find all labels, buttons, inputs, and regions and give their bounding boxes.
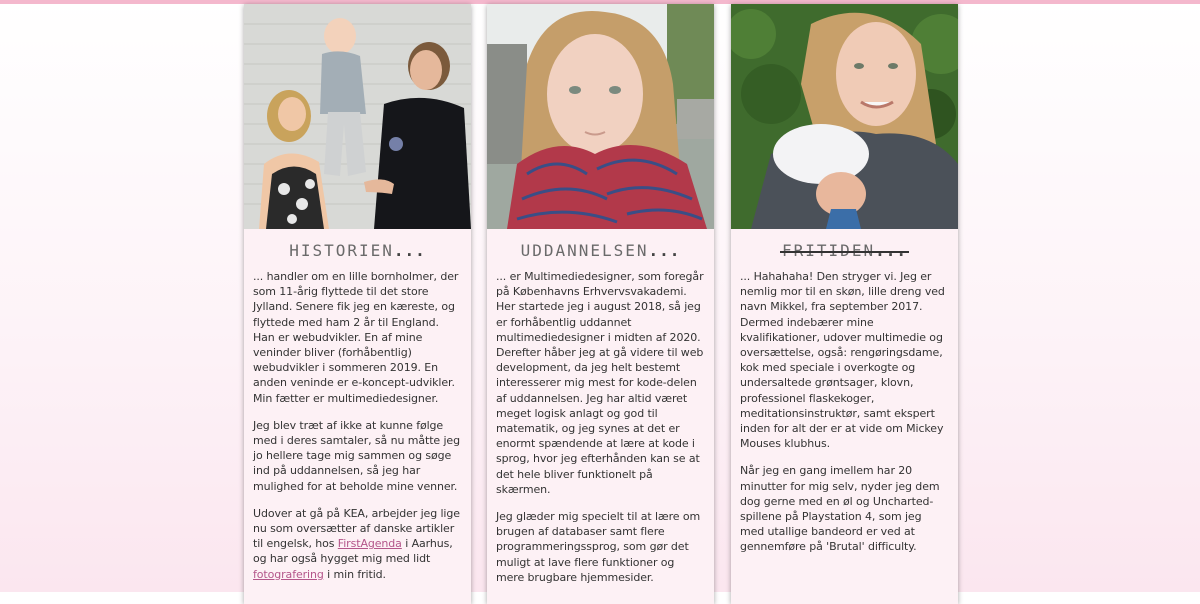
heading-dots: ... <box>875 241 907 260</box>
heading-historien: HISTORIEN... <box>244 241 471 263</box>
paragraph: ... Hahahaha! Den stryger vi. Jeg er nem… <box>740 270 945 451</box>
firstagenda-link[interactable]: FirstAgenda <box>338 537 402 550</box>
card-fritiden-text: ... Hahahaha! Den stryger vi. Jeg er nem… <box>731 263 958 555</box>
paragraph: Jeg blev træt af ikke at kunne følge med… <box>253 418 460 493</box>
mother-baby-photo <box>731 4 958 229</box>
fotografering-link[interactable]: fotografering <box>253 568 324 581</box>
paragraph: ... handler om en lille bornholmer, der … <box>253 270 459 405</box>
heading-fritiden-text: FRITIDEN <box>782 241 876 260</box>
heading-fritiden: FRITIDEN... <box>731 241 958 263</box>
paragraph: Udover at gå på KEA, arbejder jeg lige n… <box>253 506 461 582</box>
paragraph: ... er Multimediedesigner, som foregår p… <box>496 270 704 496</box>
heading-historien-text: HISTORIEN <box>289 241 394 260</box>
selfie-photo <box>487 4 714 229</box>
card-fritiden: FRITIDEN... ... Hahahaha! Den stryger vi… <box>731 4 958 604</box>
heading-uddannelsen: UDDANNELSEN... <box>487 241 714 263</box>
heading-uddannelsen-text: UDDANNELSEN <box>520 241 649 260</box>
paragraph: Når jeg en gang imellem har 20 minutter … <box>740 464 940 554</box>
family-photo <box>244 4 471 229</box>
paragraph-text: i min fritid. <box>323 567 386 581</box>
card-uddannelsen: UDDANNELSEN... ... er Multimediedesigner… <box>487 4 714 604</box>
card-historien-text: ... handler om en lille bornholmer, der … <box>244 263 471 582</box>
card-historien: HISTORIEN... ... handler om en lille bor… <box>244 4 471 604</box>
paragraph: Jeg glæder mig specielt til at lære om b… <box>496 510 701 584</box>
heading-dots: ... <box>648 241 681 260</box>
heading-dots: ... <box>393 241 426 260</box>
card-uddannelsen-text: ... er Multimediedesigner, som foregår p… <box>487 263 714 585</box>
